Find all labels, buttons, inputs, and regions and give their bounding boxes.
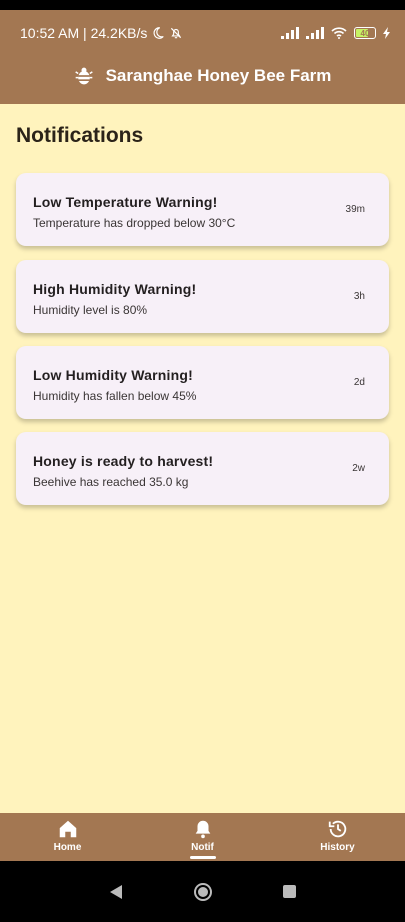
notifications-page: Notifications Low Temperature Warning! T…: [0, 104, 405, 813]
status-bar: 10:52 AM | 24.2KB/s 40: [20, 24, 391, 42]
notification-card[interactable]: Low Humidity Warning! Humidity has falle…: [16, 346, 389, 419]
nav-history-label: History: [320, 842, 355, 853]
notification-subtitle: Temperature has dropped below 30°C: [33, 216, 236, 230]
app-title-row: Saranghae Honey Bee Farm: [0, 64, 405, 88]
nav-notif-label: Notif: [191, 842, 214, 853]
nav-notif[interactable]: Notif: [135, 813, 270, 861]
signal-icon: [306, 27, 324, 39]
charging-icon: [383, 27, 390, 39]
notification-subtitle: Humidity level is 80%: [33, 303, 148, 317]
notification-title: Honey is ready to harvest!: [33, 453, 214, 469]
notification-title: High Humidity Warning!: [33, 281, 197, 297]
recents-icon[interactable]: [282, 884, 297, 899]
system-nav-bar: [0, 861, 405, 922]
status-right: 40: [281, 27, 391, 39]
nav-home[interactable]: Home: [0, 813, 135, 861]
page-title: Notifications: [16, 124, 144, 147]
notification-card[interactable]: High Humidity Warning! Humidity level is…: [16, 260, 389, 333]
status-left: 10:52 AM | 24.2KB/s: [20, 25, 183, 41]
notification-card[interactable]: Honey is ready to harvest! Beehive has r…: [16, 432, 389, 505]
notification-time: 3h: [353, 291, 365, 302]
nav-home-label: Home: [53, 842, 82, 853]
home-icon: [59, 820, 76, 838]
signal-icon: [281, 27, 299, 39]
home-circle-icon[interactable]: [193, 882, 213, 902]
bottom-nav: Home Notif History: [0, 813, 405, 861]
bee-icon: [74, 67, 93, 85]
notification-time: 39m: [345, 204, 365, 215]
battery-icon: 40: [354, 27, 376, 39]
moon-icon: [153, 27, 165, 39]
notification-subtitle: Humidity has fallen below 45%: [33, 389, 197, 403]
active-indicator: [189, 856, 216, 859]
wifi-icon: [331, 27, 347, 39]
nav-history[interactable]: History: [270, 813, 405, 861]
app-title: Saranghae Honey Bee Farm: [105, 66, 332, 85]
notification-time: 2w: [352, 463, 365, 474]
notification-title: Low Temperature Warning!: [33, 194, 218, 210]
notification-title: Low Humidity Warning!: [33, 367, 193, 383]
notification-card[interactable]: Low Temperature Warning! Temperature has…: [16, 173, 389, 246]
history-icon: [328, 820, 346, 838]
back-icon[interactable]: [108, 884, 124, 900]
status-bar-top: [0, 0, 405, 10]
status-time: 10:52 AM | 24.2KB/s: [20, 25, 148, 41]
notification-time: 2d: [353, 377, 365, 388]
notification-subtitle: Beehive has reached 35.0 kg: [33, 475, 189, 489]
bell-icon: [195, 820, 210, 839]
app-bar: 10:52 AM | 24.2KB/s 40 Saranghae Honey B…: [0, 10, 405, 104]
bell-off-icon: [171, 27, 182, 39]
